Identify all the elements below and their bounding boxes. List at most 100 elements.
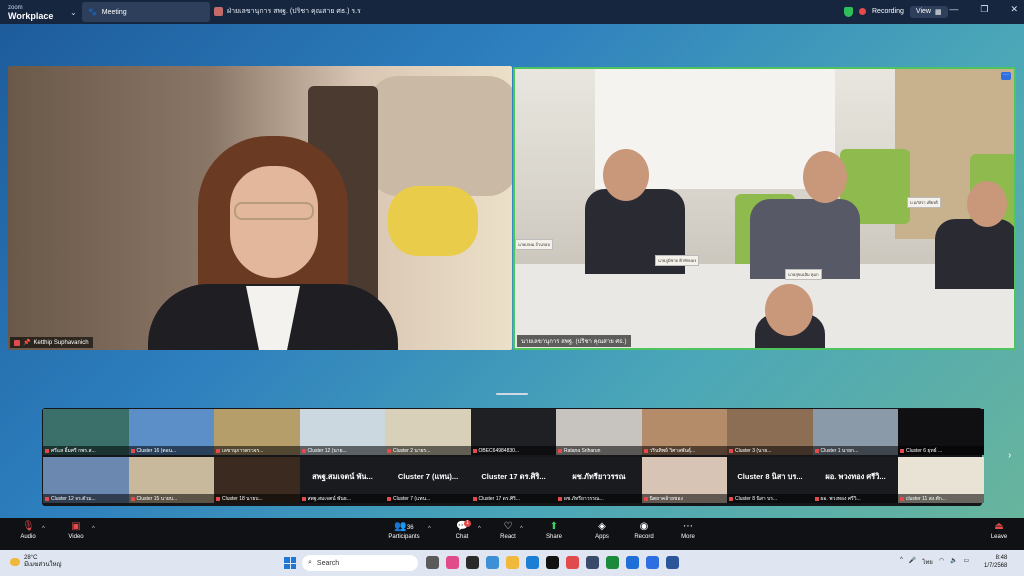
chevron-down-icon[interactable]: ⌄ <box>70 8 82 17</box>
word-icon[interactable] <box>666 556 679 569</box>
chevron-up-icon[interactable]: ^ <box>42 526 45 532</box>
record-icon: ◉ <box>639 521 649 532</box>
chevron-right-icon[interactable]: › <box>1008 450 1011 461</box>
gallery-tile[interactable]: cluster 11 สง.ศัก... <box>898 457 984 503</box>
gallery-tile[interactable]: Cluster 2 นายร... <box>385 409 471 455</box>
video-right[interactable]: นายเกษม ถ้วนรอบ นายภูมิชาย ฟ้าทักษอร นาย… <box>513 67 1016 350</box>
participant-name-tag: วรินทิพย์ วิศาลพันธุ์... <box>641 446 728 455</box>
record-label: Record <box>634 534 654 540</box>
participant-name-tag: OBEC64984830... <box>470 446 557 455</box>
apps-button[interactable]: ◈ Apps <box>584 522 620 541</box>
participant-display-name: สพฐ.สมเจตน์ พัน... <box>312 472 373 481</box>
gallery-tile[interactable]: ศรีแส อิ้มศรี กพร.ส... <box>43 409 129 455</box>
gallery-tile[interactable]: Cluster 1 นายก... <box>812 409 899 455</box>
chevron-up-icon[interactable]: ^ <box>900 557 903 567</box>
participant-name-tag: Cluster 18 นายบ... <box>214 494 300 503</box>
taskbar-search[interactable]: ⌕ Search <box>302 555 418 571</box>
leave-button[interactable]: ⏏ Leave <box>984 522 1014 541</box>
tiktok-icon[interactable] <box>546 556 559 569</box>
gallery-tile[interactable]: Cluster 6 ยุทธ์ ... <box>898 409 984 455</box>
pdf-icon[interactable] <box>566 556 579 569</box>
participant-name: นายเลขานุการ สพฐ. (ปริชา คุณสาย ศธ.) <box>517 335 631 347</box>
chrome-icon[interactable] <box>486 556 499 569</box>
line-icon[interactable] <box>466 556 479 569</box>
chevron-up-icon[interactable]: ^ <box>520 526 523 532</box>
mic-muted-icon <box>643 496 648 501</box>
paw-icon: 🐾 <box>88 9 97 16</box>
chat-button[interactable]: 💬 1 Chat <box>444 520 480 540</box>
wifi-icon[interactable]: ◠ <box>939 557 944 567</box>
recording-area: Recording View ▦ <box>844 4 948 19</box>
gallery-tile[interactable]: Cluster 12 จร.ตัวม... <box>43 457 129 503</box>
language-indicator[interactable]: ไทย <box>922 557 933 567</box>
minimize-icon[interactable]: — <box>949 4 958 15</box>
participant-name-tag: ศรีแส อิ้มศรี กพร.ส... <box>43 446 129 455</box>
task-view-icon[interactable] <box>426 556 439 569</box>
mic-muted-icon <box>558 496 562 501</box>
battery-icon[interactable]: ▭ <box>964 557 970 567</box>
volume-icon[interactable]: 🔈 <box>950 557 957 567</box>
gallery-tile[interactable]: เลขานุการตรวจร... <box>214 409 300 455</box>
view-button[interactable]: View ▦ <box>909 5 948 18</box>
participant-display-name: Cluster 7 (แทน)... <box>397 472 459 481</box>
gallery-tile[interactable]: Cluster 15 นายบ... <box>128 457 215 503</box>
file-explorer-icon[interactable] <box>506 556 519 569</box>
participant-name-tag: สพฐ.สมเจตน์ พันธ... <box>299 494 386 503</box>
windows-start-icon[interactable] <box>284 557 296 569</box>
meet-icon[interactable] <box>626 556 639 569</box>
chevron-up-icon[interactable]: ^ <box>92 526 95 532</box>
clock[interactable]: 8:48 1/7/2568 <box>984 554 1007 570</box>
gallery-tile[interactable]: OBEC64984830... <box>470 409 557 455</box>
gallery-tile[interactable]: สพฐ.สมเจตน์ พัน... สพฐ.สมเจตน์ พันธ... <box>299 457 386 503</box>
zoom-app-icon[interactable] <box>646 556 659 569</box>
edge-icon[interactable] <box>526 556 539 569</box>
participant-name: ผช.ภัทรียาวรรณ... <box>564 495 604 502</box>
zoom-logo[interactable]: zoom Workplace <box>0 4 70 21</box>
shield-icon[interactable] <box>844 6 853 17</box>
more-button[interactable]: ⋯ More <box>670 522 706 541</box>
gallery-tile[interactable]: ผอ. พวงทอง ศรีวิ... ผอ. พวงทอง ศรีวิ... <box>812 457 899 503</box>
mic-muted-icon <box>45 496 49 501</box>
mic-muted-icon <box>216 496 220 501</box>
recording-label[interactable]: Recording <box>872 8 904 15</box>
gallery-tile[interactable]: Cluster 7 (แทน)... Cluster 7 (แทน... <box>385 457 471 503</box>
participant-name: OBEC64984830... <box>478 447 520 454</box>
store-icon[interactable] <box>586 556 599 569</box>
gallery-tile[interactable]: Cluster 17 ดร.ศิริ... Cluster 17 ดร.ศิริ.… <box>470 457 557 503</box>
split-handle[interactable] <box>496 393 528 395</box>
participants-icon: 👥36 <box>394 521 414 532</box>
gallery-tile[interactable]: Ratana Sriharun <box>556 409 642 455</box>
record-button[interactable]: ◉ Record <box>626 521 662 541</box>
participants-button[interactable]: 👥36 Participants <box>384 521 424 541</box>
gallery-tile[interactable]: Cluster 12 (นาย... <box>299 409 386 455</box>
restore-icon[interactable]: ❐ <box>980 4 988 15</box>
gallery-tile[interactable]: Cluster 16 (ตอน... <box>128 409 215 455</box>
video-button[interactable]: ▣ Video <box>58 522 94 541</box>
apps-label: Apps <box>595 534 609 540</box>
chevron-up-icon[interactable]: ^ <box>428 526 431 532</box>
weather-widget[interactable]: 28°C มีเมฆส่วนใหญ่ <box>10 555 62 569</box>
more-options-icon[interactable]: ··· <box>1001 72 1011 80</box>
share-button[interactable]: ⬆ Share <box>536 522 572 541</box>
gallery-tile[interactable]: Cluster 18 นายบ... <box>214 457 300 503</box>
mic-muted-icon <box>301 496 306 501</box>
participant-name: Cluster 1 นายก... <box>820 447 859 454</box>
chevron-up-icon[interactable]: ^ <box>478 526 481 532</box>
mic-icon[interactable]: 🎤 <box>909 557 916 567</box>
tab-meeting[interactable]: 🐾 Meeting <box>82 2 210 22</box>
line-chat-icon[interactable] <box>606 556 619 569</box>
participant-name: Cluster 3 (นาย... <box>735 447 772 454</box>
participant-name-tag: Cluster 2 นายร... <box>385 446 471 455</box>
close-icon[interactable]: ✕ <box>1010 4 1018 15</box>
gallery-tile[interactable]: Cluster 3 (นาย... <box>727 409 813 455</box>
gallery-tile[interactable]: Cluster 8 นิสา บร... Cluster 8 นิสา บร... <box>727 457 813 503</box>
video-left[interactable]: 📌 Ketthip Suphavanich <box>8 66 512 350</box>
participant-name: Cluster 12 (นาย... <box>307 447 347 454</box>
gallery-tile[interactable]: วรินทิพย์ วิศาลพันธุ์... <box>641 409 728 455</box>
view-label: View <box>915 8 931 15</box>
copilot-icon[interactable] <box>446 556 459 569</box>
gallery-tile[interactable]: นิตยาคล้ายชอง <box>641 457 728 503</box>
mic-muted-icon <box>558 448 562 453</box>
gallery-tile[interactable]: ผช.ภัทรียาวรรณ ผช.ภัทรียาวรรณ... <box>556 457 642 503</box>
audio-button[interactable]: 🎙 Audio <box>10 522 46 541</box>
